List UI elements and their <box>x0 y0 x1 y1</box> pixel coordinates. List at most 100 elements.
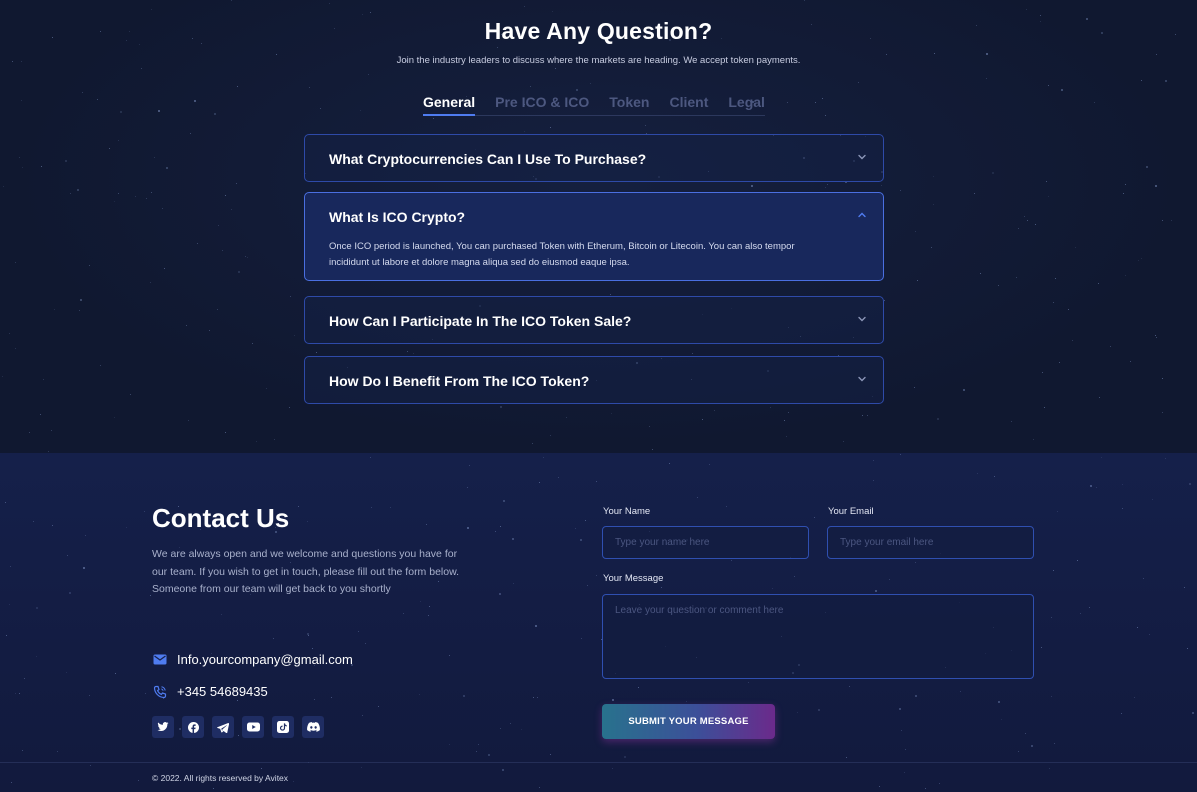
star-dot <box>188 420 189 421</box>
star-dot <box>316 352 317 353</box>
facebook-icon[interactable] <box>182 716 204 738</box>
star-dot <box>274 439 275 440</box>
star-dot <box>669 463 670 464</box>
star-dot <box>478 744 479 745</box>
star-dot <box>467 487 468 488</box>
star-dot <box>858 82 859 83</box>
star-dot <box>931 247 932 248</box>
faq-item-open[interactable]: What Is ICO Crypto? Once ICO period is l… <box>304 192 884 281</box>
tab-token[interactable]: Token <box>609 94 649 110</box>
name-input[interactable] <box>602 526 809 559</box>
star-dot <box>748 682 749 683</box>
star-dot <box>361 767 362 768</box>
tiktok-icon[interactable] <box>272 716 294 738</box>
star-dot <box>1041 647 1042 648</box>
mail-icon <box>152 652 167 667</box>
faq-item[interactable]: What Cryptocurrencies Can I Use To Purch… <box>304 134 884 182</box>
contact-description: We are always open and we welcome and qu… <box>152 548 459 595</box>
telegram-icon[interactable] <box>212 716 234 738</box>
star-dot <box>612 768 613 769</box>
star-dot <box>843 441 844 442</box>
star-dot <box>1156 337 1157 338</box>
star-dot <box>150 595 151 596</box>
star-dot <box>426 524 427 525</box>
star-dot <box>247 257 248 258</box>
star-dot <box>114 417 115 418</box>
contact-email[interactable]: Info.yourcompany@gmail.com <box>152 652 353 667</box>
star-dot <box>290 296 291 297</box>
star-dot <box>97 99 98 100</box>
faq-item[interactable]: How Do I Benefit From The ICO Token? <box>304 356 884 404</box>
star-dot <box>1096 487 1097 488</box>
star-dot <box>158 110 160 112</box>
message-textarea[interactable] <box>602 594 1034 679</box>
star-dot <box>362 715 363 716</box>
star-dot <box>1033 439 1034 440</box>
star-dot <box>1053 570 1054 571</box>
email-input[interactable] <box>827 526 1034 559</box>
star-dot <box>1048 85 1049 86</box>
star-dot <box>85 535 86 536</box>
contact-section: Contact Us We are always open and we wel… <box>0 453 1197 792</box>
star-dot <box>986 78 987 79</box>
star-dot <box>825 115 826 116</box>
star-dot <box>661 587 662 588</box>
star-dot <box>217 309 218 310</box>
star-dot <box>40 414 41 415</box>
star-dot <box>1165 458 1166 459</box>
star-dot <box>1130 361 1131 362</box>
star-dot <box>513 583 514 584</box>
star-dot <box>370 457 371 458</box>
star-dot <box>818 709 820 711</box>
star-dot <box>1072 340 1073 341</box>
star-dot <box>770 407 771 408</box>
message-label: Your Message <box>603 573 664 584</box>
chevron-down-icon <box>858 316 866 322</box>
star-dot <box>24 678 25 679</box>
star-dot <box>293 781 294 782</box>
star-dot <box>144 511 145 512</box>
star-dot <box>1075 247 1076 248</box>
tab-legal[interactable]: Legal <box>728 94 765 110</box>
star-dot <box>1141 80 1142 81</box>
youtube-icon[interactable] <box>242 716 264 738</box>
star-dot <box>1189 483 1191 485</box>
star-dot <box>980 273 981 274</box>
star-dot <box>420 601 421 602</box>
star-dot <box>686 701 687 702</box>
star-dot <box>15 693 16 694</box>
tab-pre-ico-ico[interactable]: Pre ICO & ICO <box>495 94 589 110</box>
star-dot <box>69 592 71 594</box>
star-dot <box>500 728 501 729</box>
star-dot <box>692 353 693 354</box>
tab-client[interactable]: Client <box>669 94 708 110</box>
twitter-icon[interactable] <box>152 716 174 738</box>
star-dot <box>151 9 152 10</box>
star-dot <box>846 757 847 758</box>
faq-item[interactable]: How Can I Participate In The ICO Token S… <box>304 296 884 344</box>
star-dot <box>231 209 232 210</box>
star-dot <box>784 420 785 421</box>
star-dot <box>539 787 540 788</box>
star-dot <box>899 708 901 710</box>
star-dot <box>209 330 210 331</box>
star-dot <box>539 482 540 483</box>
discord-icon[interactable] <box>302 716 324 738</box>
star-dot <box>130 394 131 395</box>
star-dot <box>585 520 586 521</box>
star-dot <box>33 521 34 522</box>
star-dot <box>43 379 44 380</box>
star-dot <box>822 98 823 99</box>
star-dot <box>998 701 1000 703</box>
star-dot <box>1001 719 1002 720</box>
star-dot <box>146 198 147 199</box>
star-dot <box>915 695 917 697</box>
star-dot <box>294 335 295 336</box>
tab-general[interactable]: General <box>423 94 476 116</box>
contact-phone[interactable]: +345 54689435 <box>152 684 268 699</box>
star-dot <box>1122 484 1123 485</box>
submit-message-button[interactable]: SUBMIT YOUR MESSAGE <box>602 704 775 739</box>
email-label: Your Email <box>828 506 874 517</box>
star-dot <box>90 765 91 766</box>
star-dot <box>48 451 49 452</box>
